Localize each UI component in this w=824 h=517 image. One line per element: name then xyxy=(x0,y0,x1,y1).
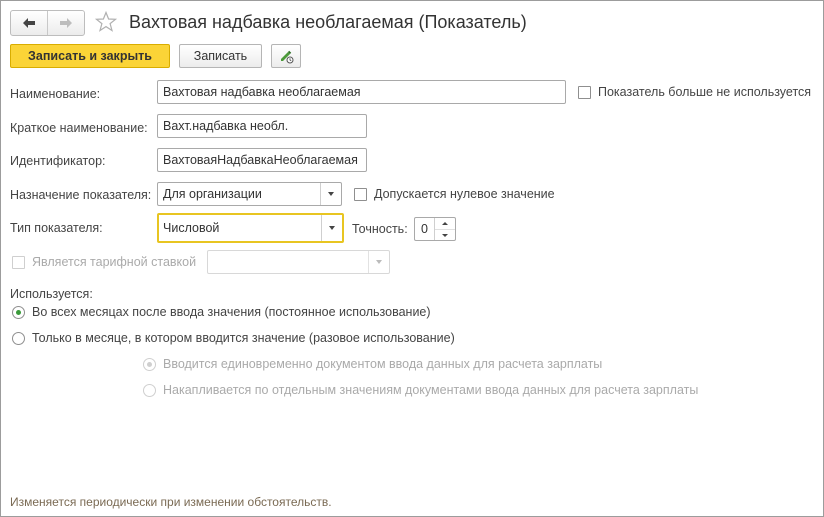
decrement-button[interactable] xyxy=(435,230,455,241)
purpose-dropdown-button[interactable] xyxy=(320,183,341,205)
tariff-checkbox[interactable] xyxy=(12,256,25,269)
type-select[interactable]: Числовой xyxy=(157,213,344,243)
purpose-value: Для организации xyxy=(163,187,262,201)
name-field[interactable]: Вахтовая надбавка необлагаемая xyxy=(157,80,566,104)
chevron-up-icon xyxy=(442,222,448,225)
sub-option-single-radio[interactable] xyxy=(143,358,156,371)
type-label: Тип показателя: xyxy=(10,221,103,235)
precision-label: Точность: xyxy=(352,222,408,236)
pencil-edit-icon xyxy=(281,50,294,64)
identifier-field[interactable]: ВахтоваяНадбавкаНеоблагаемая xyxy=(157,148,367,172)
favorite-button[interactable] xyxy=(94,10,118,34)
back-button[interactable] xyxy=(11,11,47,35)
sub-option-accumulate-radio[interactable] xyxy=(143,384,156,397)
chevron-down-icon xyxy=(376,260,382,264)
chevron-down-icon xyxy=(442,234,448,237)
chevron-down-icon xyxy=(329,226,335,230)
usage-label: Используется: xyxy=(10,287,93,301)
precision-spin-buttons xyxy=(434,218,455,240)
usage-onetime-label[interactable]: Только в месяце, в котором вводится знач… xyxy=(32,331,455,346)
type-value: Числовой xyxy=(163,221,220,235)
type-dropdown-button[interactable] xyxy=(321,215,342,241)
purpose-select[interactable]: Для организации xyxy=(157,182,342,206)
precision-stepper[interactable]: 0 xyxy=(414,217,456,241)
sub-option-single-label: Вводится единовременно документом ввода … xyxy=(163,357,603,371)
indicator-form-window: Вахтовая надбавка необлагаемая (Показате… xyxy=(0,0,824,517)
navigation-buttons xyxy=(10,10,85,36)
short-name-label: Краткое наименование: xyxy=(10,121,148,135)
sub-option-accumulate-label: Накапливается по отдельным значениям док… xyxy=(163,383,699,397)
star-icon xyxy=(94,10,118,32)
edit-button[interactable] xyxy=(271,44,301,68)
zero-allowed-checkbox[interactable] xyxy=(354,188,367,201)
not-used-checkbox[interactable] xyxy=(578,86,591,99)
window-title: Вахтовая надбавка необлагаемая (Показате… xyxy=(129,12,527,32)
precision-value[interactable]: 0 xyxy=(415,218,434,240)
increment-button[interactable] xyxy=(435,218,455,230)
tariff-dropdown-button[interactable] xyxy=(368,251,389,273)
usage-permanent-label[interactable]: Во всех месяцах после ввода значения (по… xyxy=(32,305,431,320)
save-button[interactable]: Записать xyxy=(179,44,262,68)
arrow-left-icon xyxy=(23,18,35,28)
name-label: Наименование: xyxy=(10,87,101,101)
tariff-label: Является тарифной ставкой xyxy=(32,255,197,269)
footer-hint: Изменяется периодически при изменении об… xyxy=(10,495,332,509)
identifier-label: Идентификатор: xyxy=(10,154,106,168)
forward-button[interactable] xyxy=(47,11,84,35)
save-and-close-button[interactable]: Записать и закрыть xyxy=(10,44,170,68)
short-name-field[interactable]: Вахт.надбавка необл. xyxy=(157,114,367,138)
not-used-label[interactable]: Показатель больше не используется xyxy=(598,85,811,100)
usage-onetime-radio[interactable] xyxy=(12,332,25,345)
arrow-right-icon xyxy=(60,18,72,28)
chevron-down-icon xyxy=(328,192,334,196)
usage-permanent-radio[interactable] xyxy=(12,306,25,319)
zero-allowed-label[interactable]: Допускается нулевое значение xyxy=(374,187,555,202)
purpose-label: Назначение показателя: xyxy=(10,188,152,202)
tariff-select[interactable] xyxy=(207,250,390,274)
